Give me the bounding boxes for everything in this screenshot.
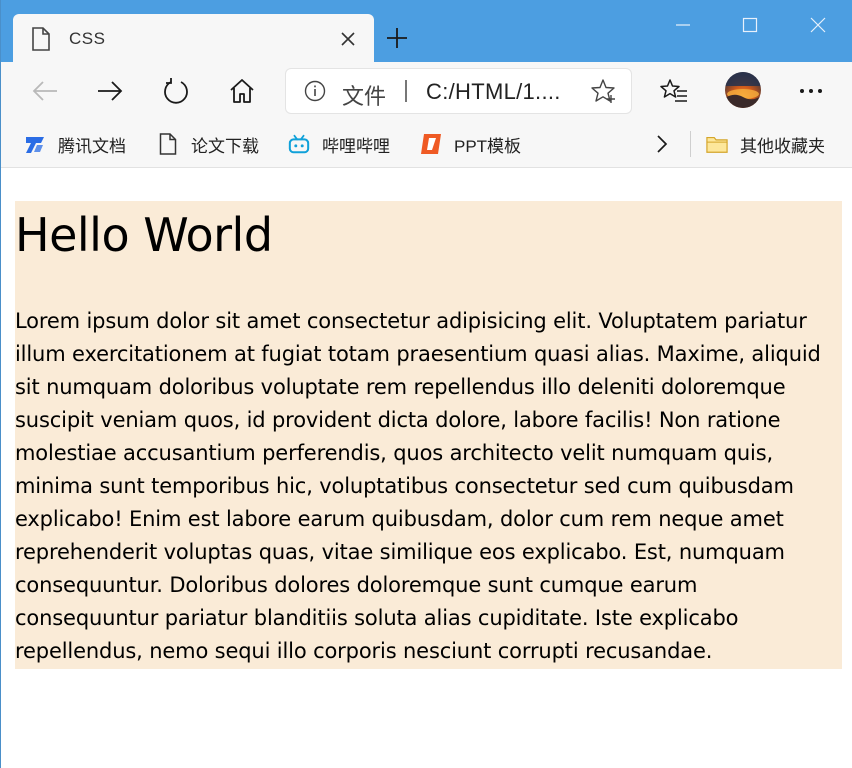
add-favorite-icon[interactable] xyxy=(591,78,617,104)
bookmark-label: 腾讯文档 xyxy=(58,136,126,156)
bilibili-icon xyxy=(288,133,310,155)
favorites-icon[interactable] xyxy=(657,74,691,108)
tab-title: CSS xyxy=(69,29,106,48)
other-favorites-label: 其他收藏夹 xyxy=(740,136,825,156)
security-label: 文件 xyxy=(342,84,387,109)
url-text[interactable]: C:/HTML/1.... xyxy=(426,79,561,105)
browser-window: CSS 文件 C:/HTML/1.... 腾讯文档 论文下载 哔哩哔哩 PPT模… xyxy=(0,0,852,768)
toolbar: 文件 C:/HTML/1.... xyxy=(1,62,852,120)
maximize-icon[interactable] xyxy=(735,10,765,40)
bookmark-other-favorites[interactable]: 其他收藏夹 xyxy=(706,130,825,158)
home-icon[interactable] xyxy=(225,74,259,108)
bookmark-label: 论文下载 xyxy=(191,136,259,156)
tab-strip: CSS xyxy=(1,0,852,62)
folder-icon xyxy=(706,133,728,155)
bookmark-paper-download[interactable]: 论文下载 xyxy=(157,130,259,158)
chevron-right-icon[interactable] xyxy=(645,127,679,161)
bookmark-tencent-docs[interactable]: 腾讯文档 xyxy=(24,130,126,158)
info-icon[interactable] xyxy=(304,80,326,102)
bookmark-label: 哔哩哔哩 xyxy=(322,136,390,156)
back-icon[interactable] xyxy=(28,74,62,108)
new-tab-icon[interactable] xyxy=(383,24,411,52)
minimize-icon[interactable] xyxy=(668,10,698,40)
body-paragraph: Lorem ipsum dolor sit amet consectetur a… xyxy=(15,309,821,663)
refresh-icon[interactable] xyxy=(159,74,193,108)
close-tab-icon[interactable] xyxy=(336,27,360,51)
close-window-icon[interactable] xyxy=(803,10,833,40)
page-heading: Hello World xyxy=(15,208,273,262)
page-icon xyxy=(157,133,179,155)
profile-avatar[interactable] xyxy=(725,72,761,108)
ppt-icon xyxy=(420,133,442,155)
bookmark-ppt-templates[interactable]: PPT模板 xyxy=(420,130,521,158)
address-divider xyxy=(405,80,407,102)
tencent-docs-icon xyxy=(24,133,46,155)
bookmark-label: PPT模板 xyxy=(454,136,522,156)
bookmarks-bar: 腾讯文档 论文下载 哔哩哔哩 PPT模板 其他收藏夹 xyxy=(1,120,852,168)
page-viewport: Hello World Lorem ipsum dolor sit amet c… xyxy=(1,168,852,768)
more-options-icon[interactable] xyxy=(794,74,828,108)
forward-icon[interactable] xyxy=(93,74,127,108)
bookmarks-divider xyxy=(690,131,691,157)
tab-css[interactable]: CSS xyxy=(13,14,374,62)
page-icon xyxy=(31,27,51,51)
address-bar[interactable]: 文件 C:/HTML/1.... xyxy=(286,69,631,113)
bookmark-bilibili[interactable]: 哔哩哔哩 xyxy=(288,130,390,158)
content-box: Hello World Lorem ipsum dolor sit amet c… xyxy=(15,201,842,669)
